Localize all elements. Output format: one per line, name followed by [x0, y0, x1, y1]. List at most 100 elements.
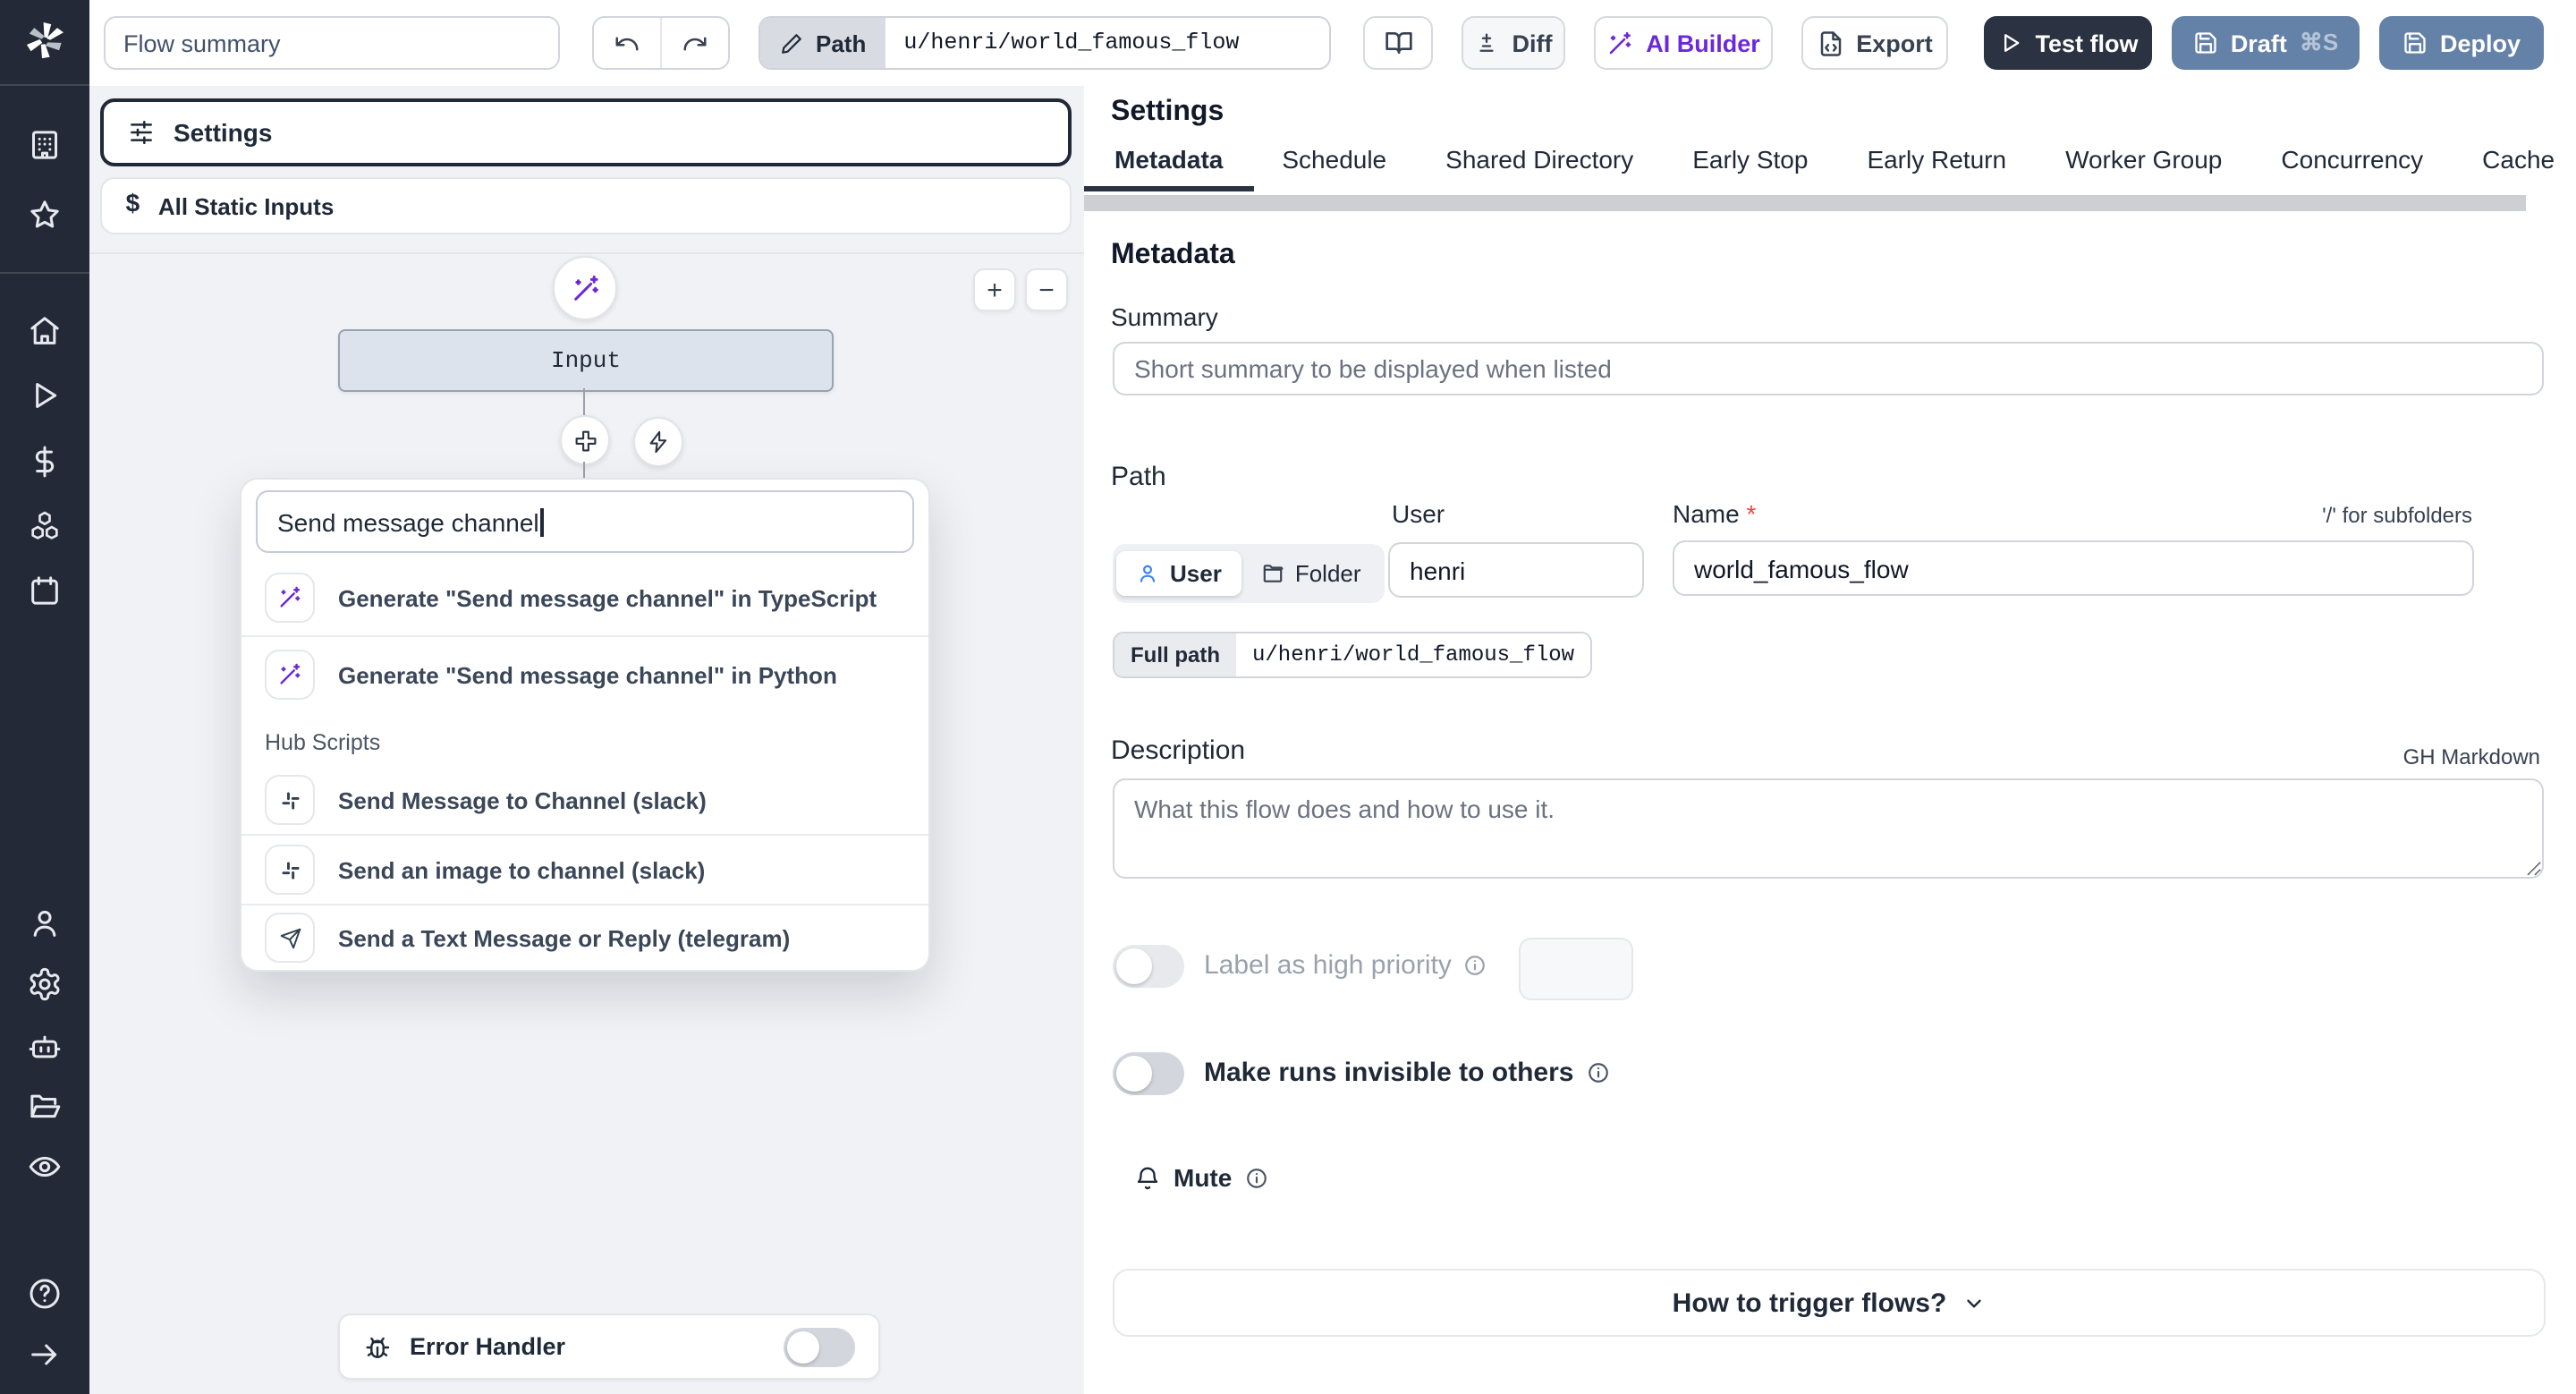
- sidebar: [0, 0, 89, 1394]
- sidebar-collapse-toggle[interactable]: [27, 1337, 63, 1373]
- docs-button[interactable]: [1363, 16, 1433, 70]
- undo-redo-group: [592, 16, 730, 70]
- zoom-out-button[interactable]: −: [1025, 268, 1068, 311]
- sidebar-item-runs[interactable]: [27, 378, 63, 413]
- info-icon: [1244, 1166, 1267, 1189]
- sidebar-item-schedules[interactable]: [27, 573, 63, 608]
- owner-user-option[interactable]: User: [1116, 551, 1241, 596]
- tab-schedule[interactable]: Schedule: [1282, 145, 1386, 181]
- magic-wand-icon: [265, 573, 315, 623]
- user-icon: [1140, 565, 1156, 582]
- flow-edge: [583, 462, 585, 478]
- owner-folder-option[interactable]: Folder: [1241, 551, 1381, 596]
- dollar-icon: $: [125, 191, 140, 220]
- summary-label: Summary: [1111, 302, 1218, 331]
- flow-settings-card[interactable]: Settings: [100, 98, 1072, 166]
- high-priority-toggle[interactable]: [1113, 945, 1184, 988]
- invisible-runs-label: Make runs invisible to others: [1204, 1058, 1609, 1088]
- tab-early-return[interactable]: Early Return: [1867, 145, 2006, 181]
- sidebar-item-resources[interactable]: [27, 508, 63, 544]
- summary-input[interactable]: [1113, 342, 2544, 395]
- play-icon: [2004, 34, 2019, 52]
- tab-concurrency[interactable]: Concurrency: [2281, 145, 2423, 181]
- sidebar-item-users[interactable]: [27, 905, 63, 941]
- slack-icon: [265, 775, 315, 825]
- path-pill-label[interactable]: Path: [760, 18, 886, 68]
- high-priority-label: Label as high priority: [1204, 950, 1487, 981]
- sidebar-item-workers[interactable]: [27, 1029, 63, 1065]
- trigger-help-button[interactable]: How to trigger flows?: [1113, 1269, 2546, 1337]
- test-flow-button[interactable]: Test flow: [1984, 16, 2152, 70]
- path-pill-value: u/henri/world_famous_flow: [903, 30, 1240, 55]
- tabs-horizontal-scrollbar[interactable]: [1084, 195, 2526, 211]
- path-section-label: Path: [1111, 462, 1166, 492]
- text-caret: [540, 507, 544, 536]
- magic-wand-icon: [573, 275, 597, 300]
- step-search-input[interactable]: Send message channel: [256, 490, 914, 553]
- flow-edge: [583, 388, 585, 415]
- metadata-heading: Metadata: [1111, 240, 1235, 270]
- draft-button[interactable]: Draft ⌘S: [2172, 16, 2360, 70]
- sidebar-divider: [0, 272, 89, 274]
- invisible-runs-toggle[interactable]: [1113, 1052, 1184, 1095]
- owner-kind-toggle: User Folder: [1113, 544, 1385, 603]
- undo-button[interactable]: [594, 18, 660, 68]
- chevron-down-icon: [1967, 1298, 1982, 1307]
- redo-icon: [683, 36, 707, 50]
- generate-typescript-item[interactable]: Generate "Send message channel" in TypeS…: [242, 560, 928, 635]
- priority-value-input: [1519, 938, 1633, 1000]
- sidebar-item-variables[interactable]: [27, 444, 63, 480]
- zoom-in-button[interactable]: +: [973, 268, 1016, 311]
- description-textarea[interactable]: [1113, 778, 2544, 879]
- folder-icon: [1263, 565, 1284, 582]
- mute-row[interactable]: Mute: [1134, 1163, 1267, 1192]
- sidebar-item-folders[interactable]: [27, 1088, 63, 1124]
- sidebar-item-workspace[interactable]: [27, 127, 63, 163]
- tab-cache[interactable]: Cache: [2482, 145, 2555, 181]
- magic-wand-icon: [1609, 30, 1631, 54]
- sidebar-item-settings[interactable]: [27, 966, 63, 1002]
- sidebar-item-audit-logs[interactable]: [27, 1149, 63, 1185]
- flow-summary-input[interactable]: Flow summary: [104, 16, 560, 70]
- path-user-input[interactable]: [1388, 542, 1644, 598]
- deploy-button[interactable]: Deploy: [2379, 16, 2544, 70]
- diff-button[interactable]: Diff: [1462, 16, 1565, 70]
- undo-icon: [615, 36, 639, 50]
- telegram-send-icon: [265, 913, 315, 963]
- required-marker: *: [1746, 499, 1757, 528]
- input-node[interactable]: Input: [338, 329, 834, 392]
- hub-script-item[interactable]: Send a Text Message or Reply (telegram): [242, 905, 928, 970]
- path-pill[interactable]: Path u/henri/world_famous_flow: [758, 16, 1331, 70]
- error-handler-node[interactable]: Error Handler: [338, 1313, 880, 1380]
- magic-wand-icon: [265, 650, 315, 700]
- full-path-value: u/henri/world_famous_flow: [1236, 633, 1591, 676]
- redo-button[interactable]: [660, 18, 728, 68]
- sidebar-item-home[interactable]: [27, 313, 63, 349]
- tab-shared-directory[interactable]: Shared Directory: [1445, 145, 1633, 181]
- subfolders-hint: '/' for subfolders: [2322, 503, 2472, 528]
- hub-script-item[interactable]: Send an image to channel (slack): [242, 836, 928, 904]
- ai-builder-button[interactable]: AI Builder: [1594, 16, 1773, 70]
- sidebar-item-favorites[interactable]: [27, 197, 63, 233]
- tab-worker-group[interactable]: Worker Group: [2065, 145, 2222, 181]
- flow-summary-text: Flow summary: [123, 30, 281, 56]
- tab-metadata[interactable]: Metadata: [1114, 145, 1223, 181]
- ai-flow-button[interactable]: [553, 256, 617, 320]
- tab-early-stop[interactable]: Early Stop: [1692, 145, 1808, 181]
- zap-icon: [649, 430, 667, 454]
- graph-divider: [89, 252, 1084, 254]
- windmill-flow-editor: Flow summary Path u/henri/world_famous_f…: [0, 0, 2576, 1394]
- sidebar-item-help[interactable]: [27, 1276, 63, 1312]
- path-name-input[interactable]: [1673, 540, 2474, 596]
- bell-icon: [1137, 1166, 1158, 1189]
- export-button[interactable]: Export: [1801, 16, 1948, 70]
- name-label: Name *: [1673, 499, 1757, 528]
- all-static-inputs-card[interactable]: $ All Static Inputs: [100, 177, 1072, 234]
- add-step-button[interactable]: [560, 415, 610, 465]
- generate-python-item[interactable]: Generate "Send message channel" in Pytho…: [242, 637, 928, 712]
- error-handler-toggle[interactable]: [784, 1327, 855, 1366]
- description-label: Description: [1111, 735, 1246, 766]
- hub-script-item[interactable]: Send Message to Channel (slack): [242, 766, 928, 834]
- windmill-logo-icon[interactable]: [20, 16, 70, 66]
- add-trigger-button[interactable]: [633, 417, 683, 467]
